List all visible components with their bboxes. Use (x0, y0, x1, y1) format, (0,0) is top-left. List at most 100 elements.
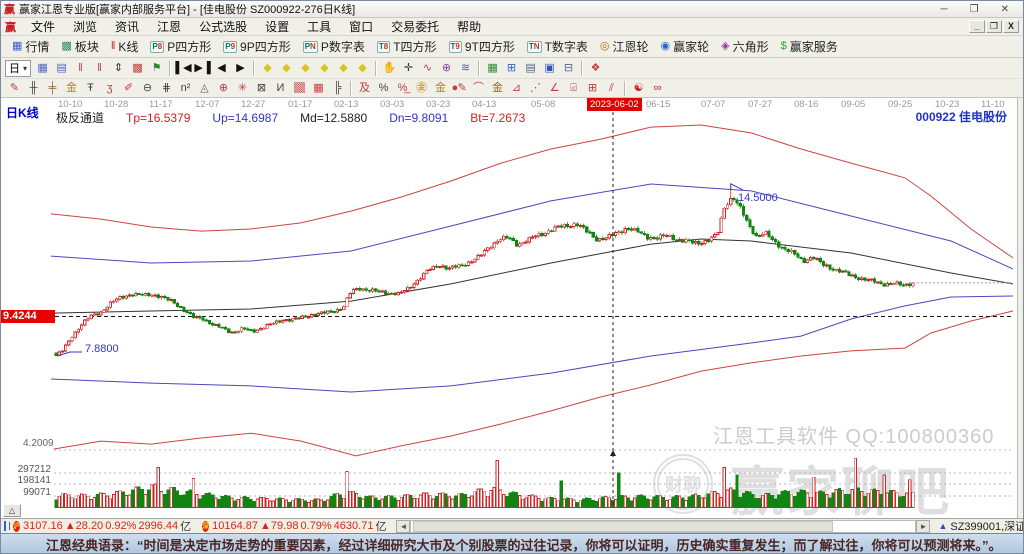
kline-chart[interactable] (1, 98, 1018, 518)
screenshot-icon[interactable]: ▦ (33, 60, 52, 77)
channel-tool-icon[interactable]: ∠ (545, 80, 564, 97)
speed-line-icon[interactable]: ⊿ (507, 80, 526, 97)
horizontal-scrollbar[interactable]: ◄ ► (396, 519, 931, 533)
quote-grid-icon[interactable] (4, 521, 10, 531)
wave-icon[interactable]: ≋ (456, 60, 475, 77)
menu-item-0[interactable]: 文件 (22, 19, 64, 35)
last-bar-icon[interactable]: ▶▐ (193, 60, 212, 77)
toolbar-p-square-button[interactable]: P8 P四方形 (145, 36, 218, 57)
angle-ruler-icon[interactable]: ✐ (119, 80, 138, 97)
diamond-expand-icon[interactable]: ◆ (258, 60, 277, 77)
period-selector[interactable]: 日 ▾ (5, 59, 32, 77)
fence2-icon[interactable]: ▦ (309, 80, 328, 97)
pane-splitter-button[interactable]: △ (3, 504, 21, 517)
minimize-button[interactable]: ─ (941, 4, 948, 15)
kline-style1-icon[interactable]: ‖ (71, 60, 90, 77)
mdi-close-button[interactable]: X (1003, 20, 1019, 33)
level-tool-icon[interactable]: Ŧ (81, 80, 100, 97)
circle-tool-icon[interactable]: ⊖ (138, 80, 157, 97)
measure-icon[interactable]: ╠ (328, 80, 347, 97)
target-tool-icon[interactable]: ⊕ (214, 80, 233, 97)
flag-icon[interactable]: ⚑ (147, 60, 166, 77)
fib-lines-icon[interactable]: ╫ (24, 80, 43, 97)
comb-tool-icon[interactable]: ⋕ (157, 80, 176, 97)
spiral-tool-icon[interactable]: ʒ (100, 80, 119, 97)
pen-tool-icon[interactable]: ✎ (5, 80, 24, 97)
scale-toggle-icon[interactable]: ⇕ (109, 60, 128, 77)
toolbar-gann-wheel-button[interactable]: ◎ 江恩轮 (595, 36, 656, 57)
toolbar-winner-service-button[interactable]: $ 赢家服务 (776, 36, 845, 57)
toolbar-p-number-table-button[interactable]: PN P数字表 (298, 36, 372, 57)
hand-pan-icon[interactable]: ✋ (380, 60, 399, 77)
data-cart-icon[interactable]: ❖ (586, 60, 605, 77)
toolbar-t-number-table-button[interactable]: TN T数字表 (522, 36, 595, 57)
menu-item-3[interactable]: 江恩 (148, 19, 190, 35)
slope-icon[interactable]: ⫽ (602, 80, 621, 97)
mdi-minimize-button[interactable]: _ (969, 20, 985, 33)
toolbar-winner-wheel-button[interactable]: ◉ 赢家轮 (656, 36, 717, 57)
channel-box-icon[interactable]: ▩ (128, 60, 147, 77)
next-bar-icon[interactable]: ▶ (231, 60, 250, 77)
percent-line-icon[interactable]: %̲ (393, 80, 412, 97)
toolbar-quotes-button[interactable]: ▦ 行情 (7, 36, 56, 57)
menu-item-7[interactable]: 窗口 (340, 19, 382, 35)
toolbar-hexagon-button[interactable]: ◈ 六角形 (716, 36, 775, 57)
ratio-tool-icon[interactable]: 及 (355, 80, 374, 97)
scroll-right-icon[interactable]: ► (916, 519, 931, 533)
diamond-down-icon[interactable]: ◆ (353, 60, 372, 77)
crosshair-icon[interactable]: ✛ (399, 60, 418, 77)
box-grid-icon[interactable]: ⊠ (252, 80, 271, 97)
menu-item-1[interactable]: 浏览 (64, 19, 106, 35)
taiji-icon[interactable]: ☯ (629, 80, 648, 97)
menu-item-9[interactable]: 帮助 (448, 19, 490, 35)
gann-gold-icon[interactable]: 金 (62, 80, 81, 97)
scrollbar-track[interactable] (410, 519, 917, 533)
steps-icon[interactable]: ⍃ (564, 80, 583, 97)
scrollbar-thumb[interactable] (413, 520, 834, 532)
gann-grid-icon[interactable]: ╪ (43, 80, 62, 97)
fan-line-icon[interactable]: ⋰ (526, 80, 545, 97)
menu-item-4[interactable]: 公式选股 (190, 19, 256, 35)
print-icon[interactable]: ⊟ (559, 60, 578, 77)
ink-tool-icon[interactable]: ⦁✎ (450, 80, 469, 97)
toolbar-sectors-button[interactable]: ▩ 板块 (56, 36, 105, 57)
infinity-icon[interactable]: ∞ (648, 80, 667, 97)
calendar-icon[interactable]: ▦ (483, 60, 502, 77)
n2-tool-icon[interactable]: n² (176, 80, 195, 97)
gann-net-icon[interactable]: ⊕ (437, 60, 456, 77)
diamond-shrink-icon[interactable]: ◆ (277, 60, 296, 77)
kline-style2-icon[interactable]: ‖ (90, 60, 109, 77)
diamond-right-icon[interactable]: ◆ (315, 60, 334, 77)
calculator-icon[interactable]: ⊞ (502, 60, 521, 77)
diamond-left-icon[interactable]: ◆ (296, 60, 315, 77)
save-icon[interactable]: ▣ (540, 60, 559, 77)
curve-icon[interactable]: ∿ (418, 60, 437, 77)
prev-bar-icon[interactable]: ◀ (212, 60, 231, 77)
menu-item-8[interactable]: 交易委托 (382, 19, 448, 35)
menu-item-5[interactable]: 设置 (256, 19, 298, 35)
percent-icon[interactable]: % (374, 80, 393, 97)
notes-icon[interactable]: ▤ (521, 60, 540, 77)
maximize-button[interactable]: ❐ (970, 4, 979, 15)
fence1-icon[interactable]: 🮘 (290, 80, 309, 97)
gold-circle-icon[interactable]: ㊎ (412, 80, 431, 97)
close-button[interactable]: ✕ (1001, 4, 1009, 15)
zigzag-icon[interactable]: И (271, 80, 290, 97)
toolbar-kline-button[interactable]: ‖ K线 (106, 36, 146, 57)
toolbar-9t-square-button[interactable]: T9 9T四方形 (444, 36, 522, 57)
triangle-tool-icon[interactable]: ◬ (195, 80, 214, 97)
scroll-left-icon[interactable]: ◄ (396, 519, 411, 533)
star-tool-icon[interactable]: ✳ (233, 80, 252, 97)
menu-item-2[interactable]: 资讯 (106, 19, 148, 35)
toolbar-t-square-button[interactable]: T8 T四方形 (372, 36, 444, 57)
mdi-restore-button[interactable]: ❐ (986, 20, 1002, 33)
matrix-icon[interactable]: ⊞ (583, 80, 602, 97)
info-panel-icon[interactable]: ▤ (52, 60, 71, 77)
first-bar-icon[interactable]: ▌◀ (174, 60, 193, 77)
gold-line-icon[interactable]: 金 (431, 80, 450, 97)
arc-tool-icon[interactable]: ⌒ (469, 80, 488, 97)
toolbar-9p-square-button[interactable]: P9 9P四方形 (218, 36, 297, 57)
menu-item-6[interactable]: 工具 (298, 19, 340, 35)
diamond-up-icon[interactable]: ◆ (334, 60, 353, 77)
pyramid-icon[interactable]: 金 (488, 80, 507, 97)
